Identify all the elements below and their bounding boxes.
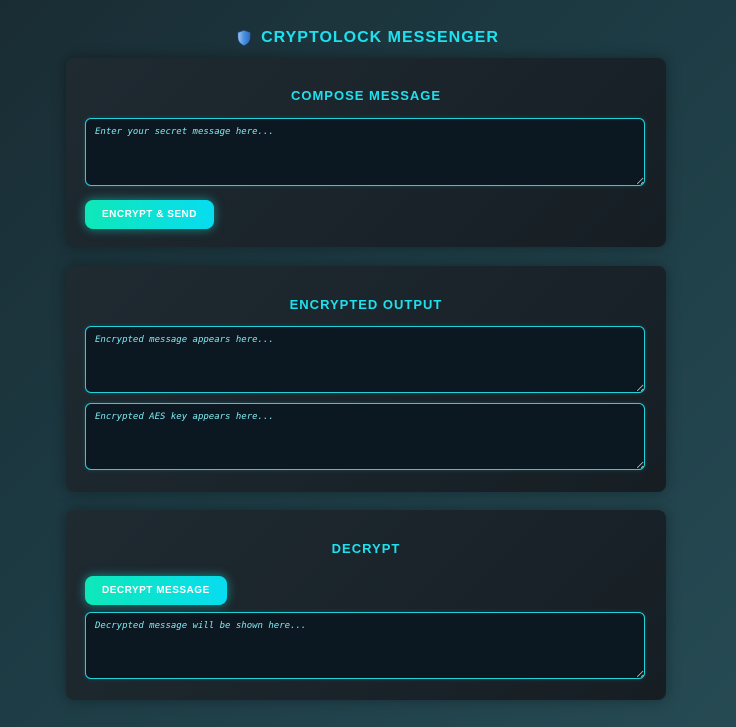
encrypted-output-heading: ENCRYPTED OUTPUT bbox=[289, 297, 443, 312]
compose-card: COMPOSE MESSAGE ENCRYPT & SEND bbox=[66, 58, 666, 247]
app-title: CRYPTOLOCK MESSENGER bbox=[0, 29, 736, 47]
compose-heading: COMPOSE MESSAGE bbox=[290, 88, 442, 103]
decrypt-message-button[interactable]: DECRYPT MESSAGE bbox=[85, 576, 227, 605]
decrypted-message-output[interactable] bbox=[85, 612, 645, 679]
encrypted-message-output[interactable] bbox=[85, 326, 645, 393]
encrypted-key-output[interactable] bbox=[85, 403, 645, 470]
app-title-text: CRYPTOLOCK MESSENGER bbox=[261, 29, 499, 46]
encrypt-send-button[interactable]: ENCRYPT & SEND bbox=[85, 200, 214, 229]
secret-message-input[interactable] bbox=[85, 118, 645, 186]
shield-icon bbox=[237, 30, 251, 46]
decrypt-card: DECRYPT DECRYPT MESSAGE bbox=[66, 510, 666, 700]
encrypted-output-card: ENCRYPTED OUTPUT bbox=[66, 266, 666, 492]
decrypt-heading: DECRYPT bbox=[331, 541, 401, 556]
